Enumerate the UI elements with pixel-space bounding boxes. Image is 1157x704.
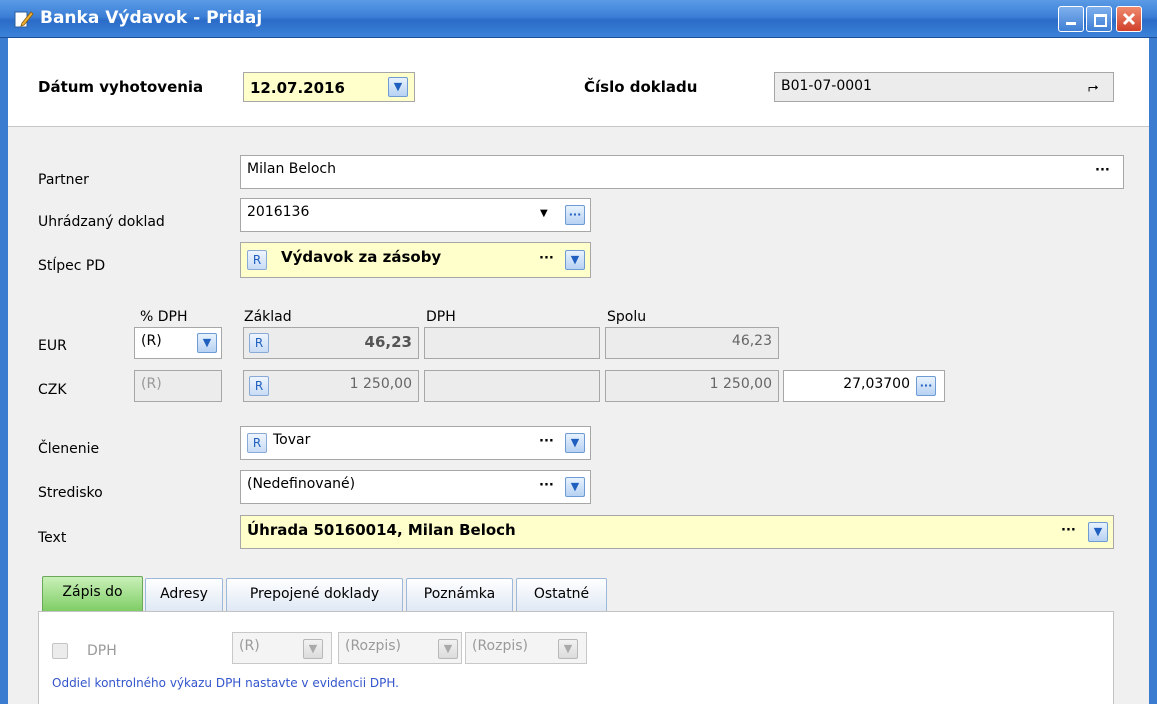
vat-select-2-dropdown: ▼: [438, 639, 458, 659]
division-more-icon[interactable]: ···: [539, 434, 554, 449]
eur-base-r-badge[interactable]: R: [249, 333, 269, 353]
center-value: (Nedefinované): [247, 476, 356, 492]
vat-note: Oddiel kontrolného výkazu DPH nastavte v…: [52, 676, 399, 690]
vat-select-1-dropdown: ▼: [303, 639, 323, 659]
vat-checkbox-label: DPH: [87, 643, 117, 659]
column-value: Výdavok za zásoby: [281, 248, 442, 266]
total-header: Spolu: [607, 309, 647, 325]
chevron-down-icon: ▼: [202, 336, 212, 349]
doc-number-field[interactable]: B01-07-0001: [774, 72, 1114, 102]
division-value: Tovar: [273, 432, 311, 448]
eur-vat-field[interactable]: [424, 327, 600, 359]
combo-arrow-icon[interactable]: ▼: [540, 208, 548, 219]
text-more-icon[interactable]: ···: [1061, 523, 1076, 538]
eur-total-field[interactable]: 46,23: [605, 327, 779, 359]
division-label: Členenie: [38, 441, 100, 457]
paid-doc-field[interactable]: 2016136: [240, 198, 591, 232]
czk-base-r-badge[interactable]: R: [249, 376, 269, 396]
czk-base-value: 1 250,00: [349, 376, 412, 392]
czk-vat-field[interactable]: [424, 370, 600, 402]
text-field[interactable]: Úhrada 50160014, Milan Beloch: [240, 515, 1114, 549]
czk-label: CZK: [38, 382, 67, 398]
date-dropdown-button[interactable]: ▼: [388, 77, 408, 97]
doc-number-label: Číslo dokladu: [584, 78, 698, 96]
czk-total-field[interactable]: 1 250,00: [605, 370, 779, 402]
text-value: Úhrada 50160014, Milan Beloch: [247, 521, 516, 539]
text-label: Text: [38, 530, 67, 546]
tab-ostatne[interactable]: Ostatné: [516, 578, 607, 611]
chevron-down-icon: ▼: [570, 253, 580, 266]
chevron-down-icon: ▼: [308, 642, 318, 655]
chevron-down-icon: ▼: [570, 480, 580, 493]
column-r-badge[interactable]: R: [247, 250, 267, 270]
vat-select-3-value: (Rozpis): [472, 638, 529, 654]
maximize-button[interactable]: [1086, 6, 1112, 32]
czk-rate-button[interactable]: ···: [916, 376, 936, 396]
tab-zapis-do[interactable]: Zápis do: [42, 576, 143, 612]
refresh-icon[interactable]: ⮣: [1088, 80, 1098, 95]
eur-base-value: 46,23: [364, 333, 412, 351]
eur-vat-pct-value: (R): [141, 333, 162, 349]
czk-base-field[interactable]: 1 250,00: [243, 370, 419, 402]
paid-doc-value: 2016136: [247, 204, 310, 220]
vat-checkbox[interactable]: [52, 643, 68, 659]
division-r-badge[interactable]: R: [247, 433, 267, 453]
partner-more-icon[interactable]: ···: [1095, 163, 1110, 178]
pencil-document-icon: [14, 9, 34, 29]
column-more-icon[interactable]: ···: [539, 251, 554, 266]
center-label: Stredisko: [38, 485, 103, 501]
date-label: Dátum vyhotovenia: [38, 78, 204, 96]
window-frame-left: [0, 38, 8, 704]
paid-doc-browse-button[interactable]: ···: [565, 205, 585, 225]
eur-total-value: 46,23: [731, 333, 772, 349]
eur-label: EUR: [38, 338, 67, 354]
minimize-button[interactable]: [1058, 6, 1084, 32]
vat-select-3-dropdown: ▼: [558, 639, 578, 659]
eur-base-field[interactable]: 46,23: [243, 327, 419, 359]
czk-vat-pct-field: (R): [134, 370, 222, 402]
close-icon: [1122, 12, 1136, 26]
vat-select-1-value: (R): [239, 638, 260, 654]
column-label: Stĺpec PD: [38, 258, 106, 274]
partner-value: Milan Beloch: [247, 161, 337, 177]
column-dropdown-button[interactable]: ▼: [565, 250, 585, 270]
chevron-down-icon: ▼: [393, 80, 403, 93]
tab-poznamka[interactable]: Poznámka: [406, 578, 513, 611]
tab-adresy[interactable]: Adresy: [145, 578, 223, 611]
tab-prepojene-doklady[interactable]: Prepojené doklady: [226, 578, 403, 611]
chevron-down-icon: ▼: [570, 436, 580, 449]
ellipsis-icon: ···: [919, 379, 933, 392]
ellipsis-icon: ···: [568, 208, 582, 221]
window-frame-right: [1149, 38, 1157, 704]
center-dropdown-button[interactable]: ▼: [565, 477, 585, 497]
eur-vat-pct-dropdown[interactable]: ▼: [197, 333, 217, 353]
vat-header: DPH: [426, 309, 456, 325]
chevron-down-icon: ▼: [1093, 525, 1103, 538]
base-header: Základ: [244, 309, 292, 325]
division-dropdown-button[interactable]: ▼: [565, 433, 585, 453]
czk-rate-value: 27,03700: [843, 376, 910, 392]
doc-number-value: B01-07-0001: [781, 78, 872, 94]
chevron-down-icon: ▼: [563, 642, 573, 655]
paid-doc-label: Uhrádzaný doklad: [38, 214, 165, 230]
czk-total-value: 1 250,00: [709, 376, 772, 392]
minimize-icon: [1066, 22, 1076, 25]
window-title: Banka Výdavok - Pridaj: [40, 8, 263, 28]
chevron-down-icon: ▼: [443, 642, 453, 655]
date-value: 12.07.2016: [250, 79, 345, 97]
text-dropdown-button[interactable]: ▼: [1088, 522, 1108, 542]
partner-label: Partner: [38, 172, 89, 188]
vat-pct-header: % DPH: [140, 309, 188, 325]
center-more-icon[interactable]: ···: [539, 478, 554, 493]
close-button[interactable]: [1116, 6, 1142, 32]
maximize-icon: [1094, 14, 1107, 27]
czk-vat-pct-value: (R): [141, 376, 162, 392]
partner-field[interactable]: Milan Beloch: [240, 155, 1124, 189]
vat-select-2-value: (Rozpis): [345, 638, 402, 654]
